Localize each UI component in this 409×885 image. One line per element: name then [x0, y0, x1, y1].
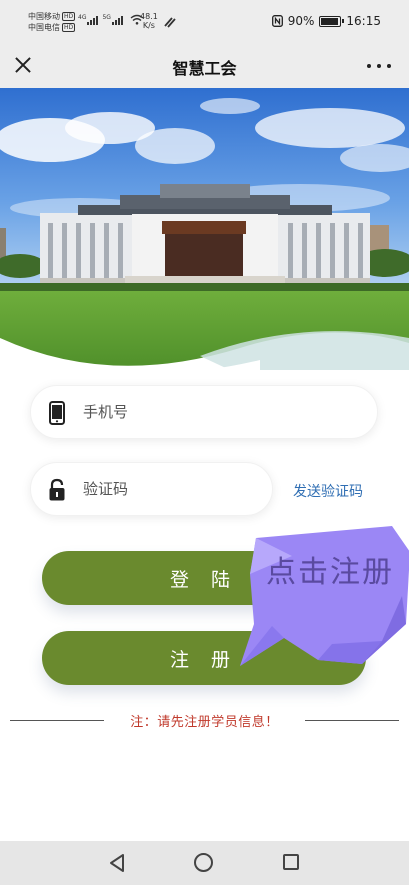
divider-left — [10, 720, 104, 721]
code-field[interactable] — [30, 462, 283, 516]
network-type-2: 5G — [102, 14, 111, 21]
carrier-2: 中国电信 — [28, 23, 60, 32]
signal-indicators: 4G 5G — [78, 14, 144, 25]
home-circle-icon[interactable] — [194, 853, 213, 872]
network-type-1: 4G — [78, 14, 87, 21]
phone-input[interactable] — [83, 386, 283, 438]
title-bar: 智慧工会 — [0, 44, 409, 88]
speed-unit: K/s — [142, 21, 155, 30]
more-icon[interactable] — [367, 56, 391, 76]
page-title: 智慧工会 — [172, 59, 237, 78]
nfc-icon — [271, 15, 283, 27]
lock-icon — [49, 478, 65, 501]
signal-icon — [87, 16, 99, 25]
phone-icon — [49, 401, 65, 425]
register-notice: 注：请先注册学员信息！ — [130, 715, 279, 730]
system-nav-bar — [0, 841, 409, 885]
hd-badge: HD — [62, 12, 76, 21]
data-sync-icon — [164, 17, 176, 28]
phone-field[interactable] — [30, 385, 378, 439]
carrier-info: 中国移动 HD 中国电信 HD — [28, 11, 76, 33]
recent-square-icon[interactable] — [283, 854, 299, 870]
network-speed: 48.1 K/s — [140, 12, 158, 30]
status-bar: 中国移动 HD 中国电信 HD 4G 5G 48.1 K/s 90% 16:15 — [0, 0, 409, 44]
clock: 16:15 — [346, 14, 381, 28]
hero-banner — [0, 88, 409, 370]
status-right: 90% 16:15 — [271, 14, 381, 28]
speed-value: 48.1 — [140, 12, 158, 21]
register-badge[interactable] — [232, 526, 409, 674]
register-badge-text: 点击注册 — [266, 555, 394, 590]
carrier-1: 中国移动 — [28, 12, 60, 21]
hd-badge-2: HD — [62, 23, 76, 32]
code-input[interactable] — [83, 463, 283, 515]
battery-icon — [319, 15, 345, 27]
building-photo — [0, 88, 409, 370]
divider-right — [305, 720, 399, 721]
send-code-link[interactable]: 发送验证码 — [293, 481, 363, 501]
battery-percent: 90% — [287, 14, 315, 28]
signal-icon-2 — [111, 16, 123, 25]
battery-fill — [321, 17, 338, 25]
back-triangle-icon[interactable] — [108, 853, 126, 873]
